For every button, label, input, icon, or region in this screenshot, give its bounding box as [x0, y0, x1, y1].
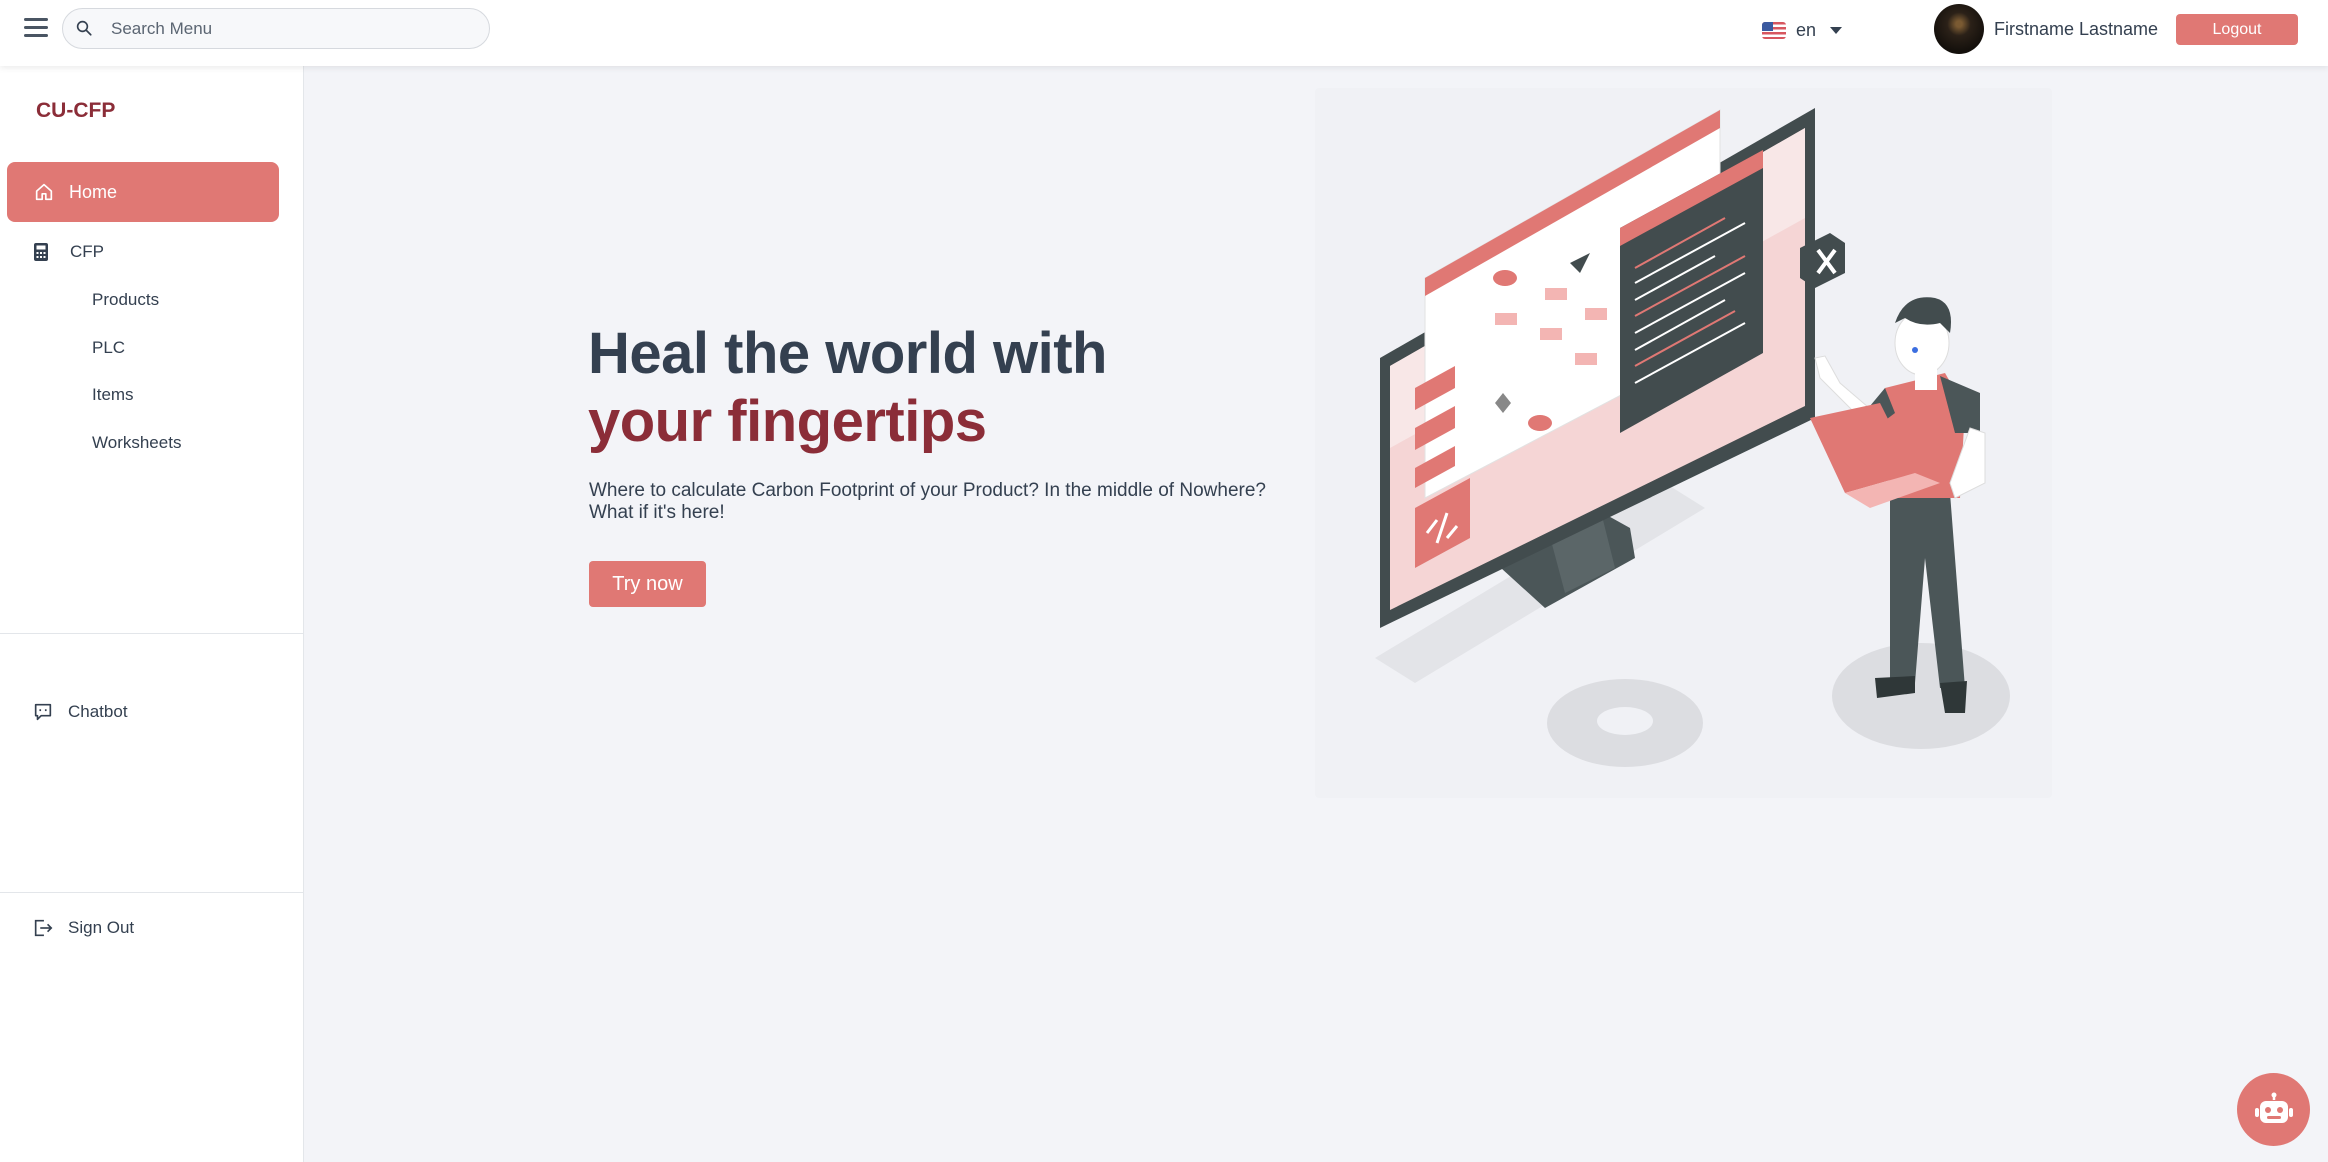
sidebar-item-label: Home	[69, 181, 118, 202]
sign-out-icon	[34, 919, 53, 937]
sidebar-item-label: CFP	[70, 242, 104, 261]
top-bar: en Firstname Lastname Logout	[0, 0, 2328, 66]
sidebar-item-chatbot[interactable]: Chatbot	[32, 701, 128, 723]
chat-icon	[34, 703, 52, 721]
hero-description-line1: Where to calculate Carbon Footprint of y…	[589, 480, 1266, 501]
user-name: Firstname Lastname	[1994, 19, 2159, 39]
sidebar-item-items[interactable]: Items	[92, 385, 134, 405]
search-icon	[76, 20, 92, 36]
sidebar-divider	[0, 892, 303, 893]
brand-logo[interactable]: CU-CFP	[36, 99, 115, 123]
developer-illustration	[1375, 108, 2010, 767]
hero-description-line2: What if it's here!	[589, 502, 725, 523]
person-figure	[1810, 297, 1986, 713]
sidebar-item-signout[interactable]: Sign Out	[32, 917, 134, 939]
sidebar-divider	[0, 633, 303, 634]
try-now-button[interactable]: Try now	[589, 561, 706, 607]
hero-title-line2: your fingertips	[588, 389, 987, 454]
sidebar-item-worksheets[interactable]: Worksheets	[92, 433, 181, 453]
gear-icon	[1547, 679, 1703, 767]
chatbot-fab[interactable]	[2237, 1073, 2310, 1146]
menu-icon[interactable]	[24, 18, 48, 38]
hero-description: Where to calculate Carbon Footprint of y…	[589, 480, 1329, 524]
robot-icon	[2254, 1092, 2293, 1123]
sidebar-item-label: Chatbot	[68, 702, 128, 721]
hero-title-line1: Heal the world with	[588, 321, 1108, 386]
search-box[interactable]	[62, 8, 490, 49]
calculator-icon	[34, 243, 48, 261]
us-flag-icon	[1762, 21, 1786, 39]
sidebar-item-products[interactable]: Products	[92, 290, 159, 310]
logout-button[interactable]: Logout	[2176, 14, 2298, 45]
language-selector[interactable]: en	[1762, 18, 1843, 42]
home-icon	[35, 183, 53, 201]
sidebar: CU-CFP Home CFP Products PLC Items Works…	[0, 66, 304, 1162]
sidebar-item-cfp[interactable]: CFP	[32, 242, 104, 262]
sidebar-item-home[interactable]: Home	[7, 162, 279, 222]
hero-title: Heal the world with your fingertips	[588, 320, 1108, 456]
sidebar-item-plc[interactable]: PLC	[92, 338, 125, 358]
sidebar-item-label: Sign Out	[68, 918, 135, 937]
language-code: en	[1796, 19, 1817, 40]
search-input[interactable]	[111, 9, 481, 48]
avatar[interactable]	[1934, 4, 1984, 54]
chevron-down-icon	[1830, 26, 1843, 34]
